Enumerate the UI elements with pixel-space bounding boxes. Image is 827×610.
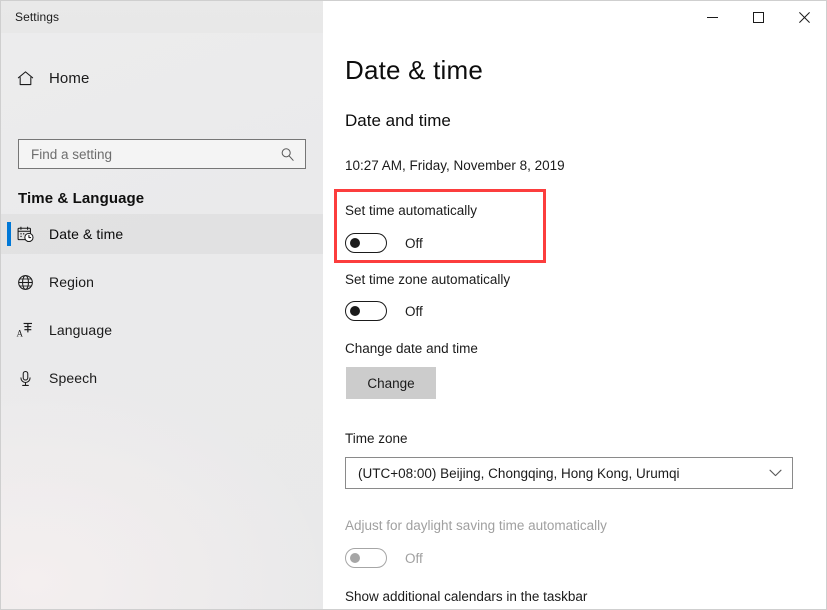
time-zone-label: Time zone xyxy=(345,431,408,446)
daylight-saving-state: Off xyxy=(405,551,423,566)
set-time-zone-automatically-row: Off xyxy=(345,300,423,322)
microphone-icon xyxy=(1,369,49,388)
daylight-saving-toggle xyxy=(345,548,387,568)
toggle-knob xyxy=(350,553,360,563)
current-datetime-text: 10:27 AM, Friday, November 8, 2019 xyxy=(345,158,565,173)
search-input[interactable] xyxy=(19,141,269,167)
app-title: Settings xyxy=(15,9,59,25)
group-heading-date-and-time: Date and time xyxy=(345,111,451,131)
home-icon xyxy=(1,69,49,88)
chevron-down-icon xyxy=(758,469,792,477)
main-content: Date & time Date and time 10:27 AM, Frid… xyxy=(323,33,826,610)
search-icon[interactable] xyxy=(269,140,305,168)
set-time-zone-automatically-label: Set time zone automatically xyxy=(345,272,510,287)
selection-indicator xyxy=(7,222,11,246)
minimize-icon xyxy=(707,12,718,23)
sidebar-item-speech-label: Speech xyxy=(49,370,97,386)
additional-calendars-label: Show additional calendars in the taskbar xyxy=(345,589,587,604)
time-zone-selected-value: (UTC+08:00) Beijing, Chongqing, Hong Kon… xyxy=(346,466,758,481)
time-zone-dropdown[interactable]: (UTC+08:00) Beijing, Chongqing, Hong Kon… xyxy=(345,457,793,489)
search-box[interactable] xyxy=(18,139,306,169)
sidebar-item-home-label: Home xyxy=(49,70,89,87)
page-title: Date & time xyxy=(345,55,483,86)
close-icon xyxy=(799,12,810,23)
daylight-saving-row: Off xyxy=(345,547,423,569)
sidebar-item-speech[interactable]: Speech xyxy=(1,358,323,398)
sidebar-item-region-label: Region xyxy=(49,274,94,290)
set-time-automatically-state: Off xyxy=(405,236,423,251)
content-scrollbar-track[interactable] xyxy=(819,33,827,610)
svg-text:A: A xyxy=(17,329,24,339)
set-time-automatically-row: Off xyxy=(345,232,423,254)
toggle-knob xyxy=(350,306,360,316)
change-button[interactable]: Change xyxy=(346,367,436,399)
sidebar-item-date-and-time[interactable]: Date & time xyxy=(1,214,323,254)
sidebar-item-language-label: Language xyxy=(49,322,112,338)
set-time-zone-automatically-toggle[interactable] xyxy=(345,301,387,321)
set-time-zone-automatically-state: Off xyxy=(405,304,423,319)
sidebar-section-title: Time & Language xyxy=(18,190,144,207)
sidebar: Home Time & Language xyxy=(1,33,323,610)
settings-window: Settings xyxy=(0,0,827,610)
sidebar-item-home[interactable]: Home xyxy=(1,61,323,95)
maximize-icon xyxy=(753,12,764,23)
minimize-button[interactable] xyxy=(689,1,735,33)
sidebar-item-language[interactable]: A Language xyxy=(1,310,323,350)
sidebar-item-region[interactable]: Region xyxy=(1,262,323,302)
set-time-automatically-toggle[interactable] xyxy=(345,233,387,253)
language-a-icon: A xyxy=(1,320,49,340)
maximize-button[interactable] xyxy=(735,1,781,33)
change-date-and-time-label: Change date and time xyxy=(345,341,478,356)
daylight-saving-label: Adjust for daylight saving time automati… xyxy=(345,518,607,533)
sidebar-item-date-and-time-label: Date & time xyxy=(49,226,123,242)
close-button[interactable] xyxy=(781,1,827,33)
toggle-knob xyxy=(350,238,360,248)
title-bar: Settings xyxy=(1,1,827,33)
set-time-automatically-label: Set time automatically xyxy=(345,203,477,218)
globe-icon xyxy=(1,273,49,292)
